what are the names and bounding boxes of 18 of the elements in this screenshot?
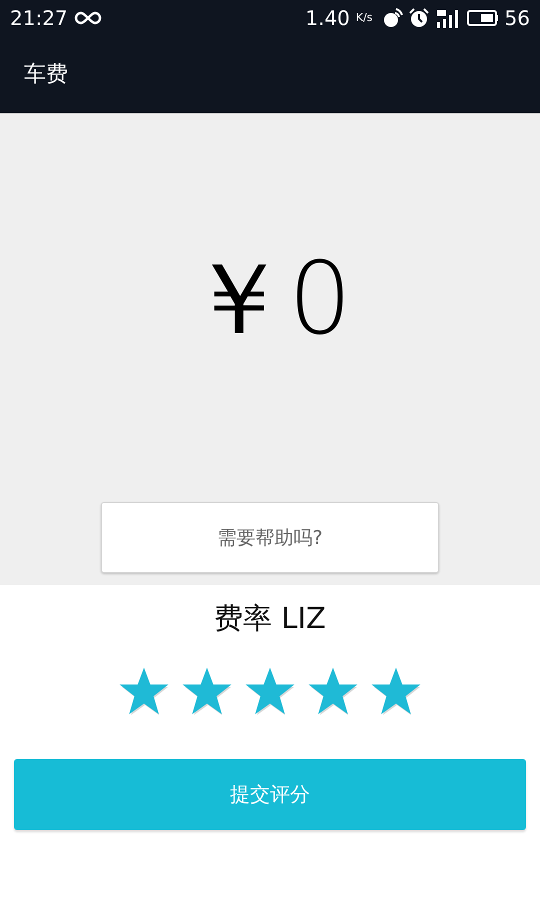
fare-amount: ￥0 [188, 239, 352, 359]
page-title: 车费 [24, 61, 68, 89]
satellite-icon [382, 8, 403, 28]
speed-unit: K/s [356, 11, 373, 24]
battery-icon [466, 8, 499, 26]
help-button[interactable]: 需要帮助吗? [101, 502, 439, 573]
alarm-clock-icon [408, 8, 429, 28]
star-icon[interactable] [308, 667, 358, 717]
signal-icon [434, 8, 461, 28]
star-icon[interactable] [119, 667, 169, 717]
star-icon[interactable] [371, 667, 421, 717]
infinity-icon [74, 10, 102, 24]
status-time: 21:27 [10, 6, 68, 30]
battery-level: 56 [504, 6, 530, 30]
rating-label: 费率 LIZ [214, 600, 326, 637]
star-icon[interactable] [245, 667, 295, 717]
star-icon[interactable] [182, 667, 232, 717]
network-speed: 1.40 [305, 6, 350, 30]
